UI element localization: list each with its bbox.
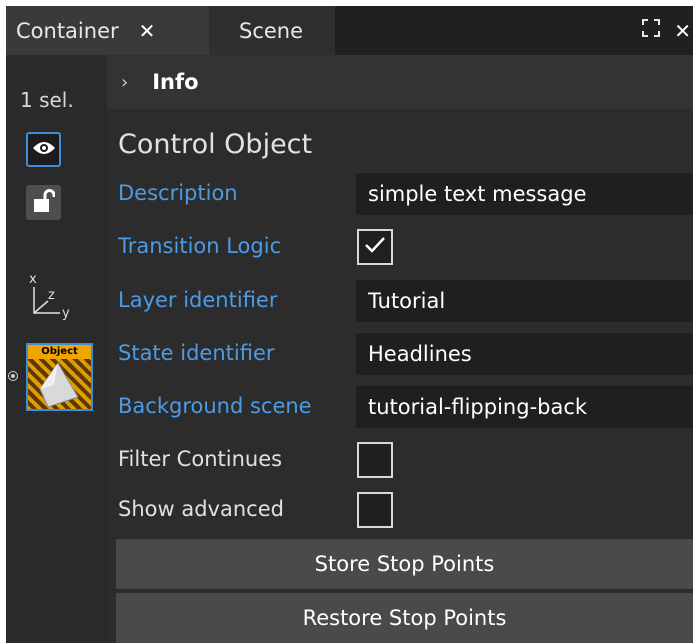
axis-y-label: y: [62, 306, 70, 321]
maximize-icon[interactable]: [642, 19, 661, 42]
tab-container-label: Container: [16, 18, 119, 43]
lock-toggle-button[interactable]: [26, 185, 61, 220]
background-scene-row: Background scene tutorial-flipping-back: [107, 386, 693, 430]
show-advanced-checkbox[interactable]: [357, 492, 393, 528]
tab-scene-label: Scene: [239, 18, 304, 43]
filter-continues-checkbox[interactable]: [357, 442, 393, 478]
properties-panel: › Info Control Object Description simple…: [107, 55, 693, 643]
axis-x-label: x: [29, 273, 37, 287]
tab-bar: Container ✕ Scene ✕: [6, 6, 693, 55]
object-thumb-image: [28, 359, 91, 409]
filter-continues-label: Filter Continues: [118, 447, 283, 471]
show-advanced-row: Show advanced: [107, 489, 693, 533]
background-scene-label[interactable]: Background scene: [118, 394, 312, 418]
layer-identifier-label[interactable]: Layer identifier: [118, 288, 277, 312]
eye-icon: [32, 140, 56, 160]
tab-scene[interactable]: Scene: [209, 6, 335, 55]
state-identifier-row: State identifier Headlines: [107, 333, 693, 377]
description-label[interactable]: Description: [118, 181, 238, 205]
checkmark-icon: [364, 236, 386, 258]
chevron-right-icon: ›: [121, 71, 129, 93]
store-stop-points-button[interactable]: Store Stop Points: [116, 539, 693, 589]
info-section-title: Info: [152, 70, 199, 94]
object-thumbnail[interactable]: Object: [26, 343, 93, 411]
state-identifier-label[interactable]: State identifier: [118, 341, 275, 365]
close-icon[interactable]: ✕: [139, 19, 156, 43]
restore-stop-points-button[interactable]: Restore Stop Points: [116, 593, 693, 643]
transition-logic-checkbox[interactable]: [357, 229, 393, 265]
axis-gizmo-icon[interactable]: x z y: [26, 272, 76, 323]
unlock-icon: [33, 188, 55, 217]
visibility-toggle-button[interactable]: [26, 132, 61, 167]
window-tools: ✕: [642, 6, 693, 55]
transition-logic-row: Transition Logic: [107, 226, 693, 270]
description-field[interactable]: simple text message: [356, 173, 693, 215]
state-identifier-field[interactable]: Headlines: [356, 333, 693, 375]
description-row: Description simple text message: [107, 173, 693, 217]
axis-z-label: z: [48, 288, 55, 303]
transition-logic-label[interactable]: Transition Logic: [118, 234, 281, 258]
selection-count: 1 sel.: [20, 88, 74, 112]
background-scene-field[interactable]: tutorial-flipping-back: [356, 386, 693, 428]
show-advanced-label: Show advanced: [118, 497, 284, 521]
layer-identifier-field[interactable]: Tutorial: [356, 280, 693, 322]
layer-identifier-row: Layer identifier Tutorial: [107, 280, 693, 324]
section-title: Control Object: [118, 129, 313, 160]
container-editor-window: Container ✕ Scene ✕ 1 sel. x z y Object …: [6, 6, 693, 643]
filter-continues-row: Filter Continues: [107, 439, 693, 483]
window-close-icon[interactable]: ✕: [674, 19, 691, 43]
object-thumb-label: Object: [28, 345, 91, 359]
tab-container[interactable]: Container ✕: [6, 6, 209, 55]
left-toolbar: 1 sel. x z y Object: [6, 55, 107, 643]
object-radio[interactable]: [8, 371, 18, 381]
info-section-header[interactable]: › Info: [107, 55, 693, 109]
